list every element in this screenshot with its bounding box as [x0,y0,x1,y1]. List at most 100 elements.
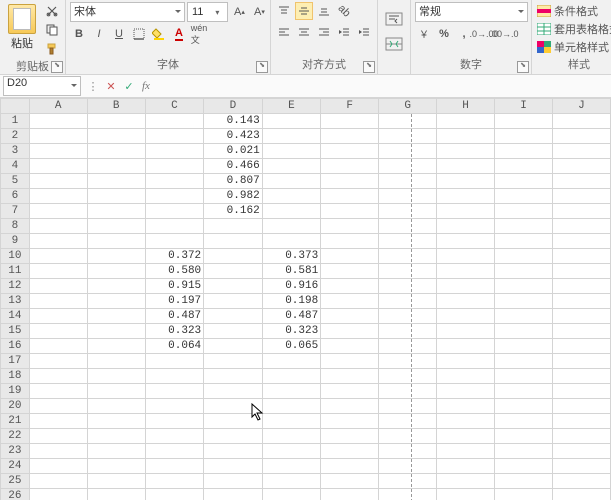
cell[interactable] [437,414,495,429]
formula-input[interactable] [154,77,611,95]
cell[interactable]: 0.487 [145,309,204,324]
row-header[interactable]: 9 [1,234,30,249]
column-header[interactable]: G [379,99,437,114]
cell[interactable] [145,354,204,369]
cell[interactable] [145,429,204,444]
align-dialog-launcher[interactable]: ⬊ [363,61,375,73]
cell[interactable] [552,324,610,339]
cell[interactable] [321,384,379,399]
cell[interactable] [29,399,87,414]
cell[interactable] [495,219,553,234]
cell[interactable] [87,279,145,294]
cell[interactable] [495,474,553,489]
cell[interactable] [204,324,263,339]
cell[interactable]: 0.198 [262,294,321,309]
row-header[interactable]: 14 [1,309,30,324]
cell[interactable] [145,204,204,219]
column-header[interactable]: H [437,99,495,114]
cell[interactable] [379,264,437,279]
cell[interactable] [145,459,204,474]
cell[interactable] [495,249,553,264]
cell[interactable]: 0.807 [204,174,263,189]
cut-button[interactable] [43,2,61,20]
cell[interactable] [379,444,437,459]
cell[interactable] [204,264,263,279]
cell[interactable] [437,354,495,369]
increase-indent-button[interactable] [355,23,373,41]
cell[interactable]: 0.466 [204,159,263,174]
cell[interactable] [204,219,263,234]
align-left-button[interactable] [275,23,293,41]
cell[interactable] [262,144,321,159]
cell[interactable] [552,144,610,159]
cell[interactable] [552,234,610,249]
increase-font-button[interactable]: A▴ [230,3,248,21]
cell[interactable] [379,459,437,474]
cell[interactable] [495,234,553,249]
cell[interactable] [87,189,145,204]
cell[interactable] [552,264,610,279]
align-center-button[interactable] [295,23,313,41]
row-header[interactable]: 15 [1,324,30,339]
cell[interactable] [437,384,495,399]
cell[interactable] [437,189,495,204]
cell[interactable] [29,294,87,309]
cell[interactable] [552,174,610,189]
cell[interactable] [437,339,495,354]
cell[interactable] [379,204,437,219]
row-header[interactable]: 8 [1,219,30,234]
row-header[interactable]: 7 [1,204,30,219]
cell[interactable] [204,339,263,354]
cell[interactable] [262,399,321,414]
cell[interactable] [262,114,321,129]
cell[interactable] [262,414,321,429]
cell[interactable] [437,474,495,489]
cell[interactable] [379,114,437,129]
cell[interactable] [495,384,553,399]
column-header[interactable]: F [321,99,379,114]
cell[interactable] [552,129,610,144]
cell[interactable] [262,129,321,144]
cell[interactable] [495,429,553,444]
cell[interactable] [87,264,145,279]
cell[interactable] [29,174,87,189]
cell[interactable] [552,459,610,474]
cell[interactable] [145,129,204,144]
cell[interactable] [204,384,263,399]
worksheet-grid[interactable]: ABCDEFGHIJ10.14320.42330.02140.46650.807… [0,98,611,500]
cell[interactable] [379,489,437,500]
cell[interactable] [87,294,145,309]
cell[interactable] [145,174,204,189]
cell[interactable] [262,354,321,369]
cell[interactable] [262,489,321,500]
fill-color-button[interactable] [150,25,168,43]
align-top-button[interactable] [275,2,293,20]
cell[interactable] [87,144,145,159]
cell[interactable] [204,234,263,249]
cell[interactable] [29,219,87,234]
cell[interactable] [29,414,87,429]
cell[interactable] [552,354,610,369]
cell[interactable] [321,489,379,500]
cell[interactable] [437,324,495,339]
column-header[interactable]: A [29,99,87,114]
cell[interactable] [495,114,553,129]
wrap-text-button[interactable] [382,7,406,31]
cell[interactable] [552,159,610,174]
cell[interactable]: 0.323 [262,324,321,339]
cell[interactable] [29,474,87,489]
cell[interactable] [437,174,495,189]
row-header[interactable]: 12 [1,279,30,294]
cell[interactable]: 0.581 [262,264,321,279]
align-right-button[interactable] [315,23,333,41]
cell[interactable] [437,144,495,159]
cell[interactable] [87,399,145,414]
cell[interactable] [204,399,263,414]
cell[interactable]: 0.373 [262,249,321,264]
cell[interactable] [29,354,87,369]
cell[interactable] [437,309,495,324]
cell[interactable] [87,219,145,234]
cell[interactable] [379,414,437,429]
enter-formula-button[interactable]: ✓ [120,80,138,93]
row-header[interactable]: 16 [1,339,30,354]
